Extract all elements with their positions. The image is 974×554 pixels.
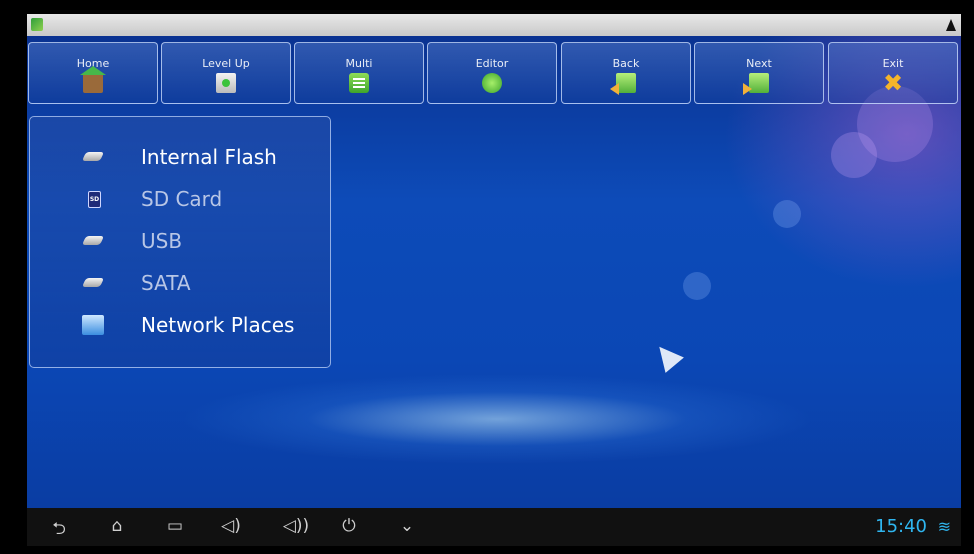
exit-icon: ✖ bbox=[883, 69, 904, 97]
network-icon bbox=[82, 315, 104, 335]
home-icon bbox=[80, 66, 106, 93]
storage-panel: Internal Flash SD SD Card USB SATA Netwo… bbox=[29, 116, 331, 368]
next-icon bbox=[743, 73, 769, 95]
home-button[interactable]: Home bbox=[28, 42, 158, 104]
wifi-icon: ≋ bbox=[937, 517, 951, 536]
level-up-button-label: Level Up bbox=[202, 57, 250, 70]
editor-button-label: Editor bbox=[475, 57, 509, 70]
storage-item-label: Internal Flash bbox=[141, 145, 277, 169]
decor-bubble bbox=[683, 272, 711, 300]
sd-card-icon: SD bbox=[88, 191, 101, 208]
back-icon bbox=[610, 73, 636, 95]
storage-item-usb[interactable]: USB bbox=[30, 221, 330, 261]
level-up-icon bbox=[216, 73, 236, 93]
drive-icon bbox=[81, 236, 105, 245]
next-button[interactable]: Next bbox=[694, 42, 824, 104]
storage-item-label: USB bbox=[141, 229, 183, 253]
storage-item-network-places[interactable]: Network Places bbox=[30, 305, 330, 345]
storage-item-sd-card[interactable]: SD SD Card bbox=[30, 179, 330, 219]
back-button-label: Back bbox=[612, 57, 640, 70]
status-bar bbox=[27, 14, 961, 36]
multi-button[interactable]: Multi bbox=[294, 42, 424, 104]
power-button[interactable]: ⏻ bbox=[335, 516, 363, 536]
nav-home-button[interactable]: ⌂ bbox=[103, 516, 131, 536]
next-button-label: Next bbox=[746, 57, 772, 70]
clock: 15:40 bbox=[875, 516, 927, 537]
mouse-cursor bbox=[650, 339, 684, 373]
decor-bubble bbox=[773, 200, 801, 228]
nav-back-button[interactable]: ⮌ bbox=[45, 516, 73, 545]
multi-button-label: Multi bbox=[345, 57, 373, 70]
drive-icon bbox=[81, 278, 105, 287]
storage-item-internal-flash[interactable]: Internal Flash bbox=[30, 137, 330, 177]
nav-recents-button[interactable]: ▭ bbox=[161, 516, 189, 536]
storage-item-label: Network Places bbox=[141, 313, 295, 337]
storage-item-sata[interactable]: SATA bbox=[30, 263, 330, 303]
editor-button[interactable]: Editor bbox=[427, 42, 557, 104]
toolbar: Home Level Up Multi Editor Back Next Exi… bbox=[27, 42, 961, 106]
drive-icon bbox=[81, 152, 105, 161]
volume-down-button[interactable]: ◁) bbox=[217, 516, 245, 536]
navigation-bar: ⮌ ⌂ ▭ ◁) ◁)) ⏻ ⌄ 15:40 ≋ bbox=[27, 508, 961, 546]
storage-item-label: SD Card bbox=[141, 187, 223, 211]
level-up-button[interactable]: Level Up bbox=[161, 42, 291, 104]
storage-item-label: SATA bbox=[141, 271, 191, 295]
app-icon bbox=[31, 18, 43, 31]
volume-up-button[interactable]: ◁)) bbox=[279, 516, 313, 536]
more-button[interactable]: ⌄ bbox=[393, 516, 421, 536]
android-screen: Home Level Up Multi Editor Back Next Exi… bbox=[27, 14, 961, 546]
editor-icon bbox=[482, 73, 502, 93]
exit-button[interactable]: Exit ✖ bbox=[828, 42, 958, 104]
back-button[interactable]: Back bbox=[561, 42, 691, 104]
multi-icon bbox=[349, 73, 369, 93]
signal-icon bbox=[946, 19, 956, 31]
